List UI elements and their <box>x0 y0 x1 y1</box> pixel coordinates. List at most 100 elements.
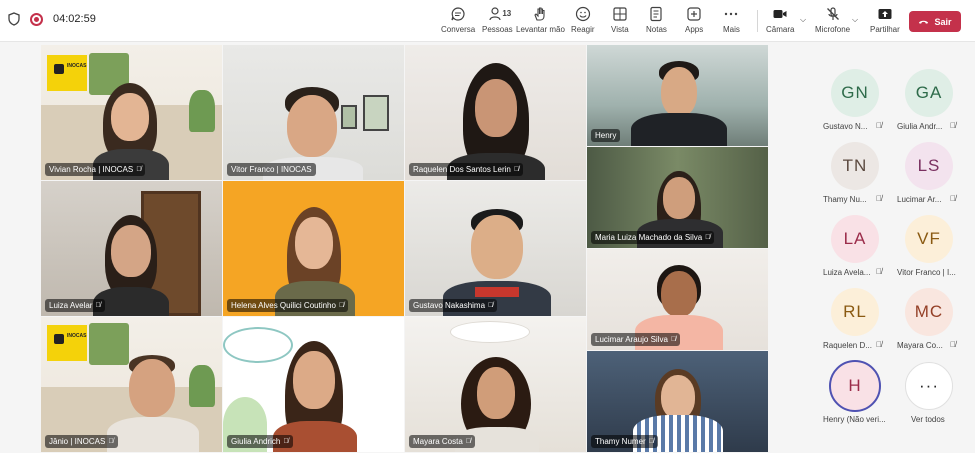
video-tile[interactable]: Mayara Costa 🎙̸ <box>405 317 586 452</box>
video-tile[interactable]: Raquelen Dos Santos Lerin 🎙̸ <box>405 45 586 180</box>
camera-button[interactable]: Câmara <box>766 6 794 34</box>
wall-frame <box>363 95 389 131</box>
smiley-icon <box>575 6 590 22</box>
people-count: 13 <box>502 9 512 18</box>
video-tile[interactable]: Henry <box>587 45 768 146</box>
video-tile[interactable]: Luiza Avelar 🎙̸ <box>41 181 222 316</box>
meeting-status: 04:02:59 <box>8 12 96 26</box>
participant-avatar[interactable]: TN <box>831 142 879 190</box>
participant-label: Vitor Franco | I... <box>897 268 956 277</box>
grid-icon <box>613 7 627 21</box>
leave-button[interactable]: Sair <box>909 11 961 32</box>
more-button[interactable]: Mais <box>723 6 740 34</box>
participant-avatar[interactable]: GA <box>905 69 953 117</box>
mic-muted-icon: 🎙̸ <box>705 234 711 241</box>
mic-muted-icon: 🎙̸ <box>950 194 956 203</box>
chat-button[interactable]: Conversa <box>441 6 475 34</box>
participant-name-tag: Raquelen Dos Santos Lerin 🎙̸ <box>409 163 524 176</box>
add-apps-icon <box>687 7 701 21</box>
mic-muted-icon: 🎙̸ <box>338 302 345 309</box>
participant-avatar[interactable]: GN <box>831 69 879 117</box>
participant-avatar[interactable]: H <box>829 360 881 412</box>
participant-name-tag: Henry <box>591 129 621 142</box>
participant-name-tag: Vitor Franco | INOCAS <box>227 163 316 176</box>
company-logo: INOCAS <box>47 55 87 91</box>
mic-muted-icon: 🎙̸ <box>950 340 956 349</box>
mic-muted-icon: 🎙̸ <box>465 438 472 445</box>
chat-label: Conversa <box>441 25 476 34</box>
view-all-button[interactable]: ··· <box>905 362 953 410</box>
apps-label: Apps <box>685 25 704 34</box>
participant-avatar[interactable]: LA <box>831 215 879 263</box>
wall-frame <box>341 105 357 129</box>
participant-name-tag: Luiza Avelar 🎙̸ <box>45 299 105 312</box>
participant-label: Henry (Não veri... <box>823 415 886 424</box>
share-button[interactable]: Partilhar <box>870 6 900 34</box>
microphone-muted-icon <box>826 7 839 20</box>
participant-label: Luiza Avela... <box>823 268 871 277</box>
participant-avatar[interactable]: MC <box>905 288 953 336</box>
participant-name-tag: Thamy Numer 🎙̸ <box>591 435 658 448</box>
microphone-options-chevron-icon[interactable]: ⌵ <box>852 15 858 25</box>
mic-muted-icon: 🎙̸ <box>670 336 677 343</box>
video-tile[interactable]: Giulia Andrich 🎙̸ <box>223 317 404 452</box>
react-label: Reagir <box>571 25 595 34</box>
participant-avatar[interactable]: LS <box>905 142 953 190</box>
toolbar-divider <box>757 10 758 32</box>
participant-label: Giulia Andr... <box>897 122 943 131</box>
mic-muted-icon: 🎙̸ <box>876 121 882 130</box>
people-label: Pessoas <box>482 25 513 34</box>
view-all-label: Ver todos <box>911 415 945 424</box>
mic-muted-icon: 🎙̸ <box>95 302 101 309</box>
video-tile[interactable]: Gustavo Nakashima 🎙̸ <box>405 181 586 316</box>
video-tile[interactable]: Helena Alves Quilici Coutinho 🎙̸ <box>223 181 404 316</box>
camera-icon <box>773 10 787 18</box>
meeting-toolbar: 04:02:59 Conversa 13 Pessoas Levantar mã… <box>0 0 975 42</box>
share-label: Partilhar <box>870 25 900 34</box>
mic-muted-icon: 🎙̸ <box>108 438 114 445</box>
participant-label: Thamy Nu... <box>823 195 867 204</box>
brand-watermark <box>359 335 399 345</box>
view-button[interactable]: Vista <box>611 6 629 34</box>
participant-avatar[interactable]: VF <box>905 215 953 263</box>
participant-avatar[interactable]: RL <box>831 288 879 336</box>
video-tile[interactable]: INOCAS Vivian Rocha | INOCAS 🎙̸ <box>41 45 222 180</box>
video-tile[interactable]: Vitor Franco | INOCAS <box>223 45 404 180</box>
recording-icon <box>30 12 43 26</box>
participant-name-tag: Giulia Andrich 🎙̸ <box>227 435 293 448</box>
react-button[interactable]: Reagir <box>571 6 595 34</box>
notes-label: Notas <box>646 25 667 34</box>
participant-name-tag: Gustavo Nakashima 🎙̸ <box>409 299 498 312</box>
company-logo: INOCAS <box>47 325 87 361</box>
raise-hand-button[interactable]: Levantar mão <box>516 6 565 34</box>
shield-icon <box>8 12 20 26</box>
raise-hand-label: Levantar mão <box>516 25 565 34</box>
notes-button[interactable]: Notas <box>646 6 667 34</box>
background-banner <box>591 355 653 401</box>
participant-label: Gustavo N... <box>823 122 868 131</box>
phone-hangup-icon <box>919 20 929 24</box>
ellipsis-icon: ··· <box>919 376 939 395</box>
participant-label: Lucimar Ar... <box>897 195 942 204</box>
people-button[interactable]: 13 Pessoas <box>482 6 513 34</box>
video-tile[interactable]: Thamy Numer 🎙̸ <box>587 351 768 452</box>
participant-name-tag: Lucimar Araujo Silva 🎙̸ <box>591 333 681 346</box>
apps-button[interactable]: Apps <box>685 6 703 34</box>
mic-muted-icon: 🎙̸ <box>136 166 142 173</box>
mic-muted-icon: 🎙̸ <box>876 267 882 276</box>
microphone-button[interactable]: Microfone <box>815 6 850 34</box>
mic-muted-icon: 🎙̸ <box>876 340 882 349</box>
mic-muted-icon: 🎙̸ <box>876 194 882 203</box>
view-label: Vista <box>611 25 629 34</box>
ellipsis-icon <box>725 12 738 16</box>
video-tile[interactable]: Maria Luiza Machado da Silva 🎙̸ <box>587 147 768 248</box>
plant <box>189 90 215 132</box>
mic-muted-icon: 🎙̸ <box>950 121 956 130</box>
participant-label: Raquelen D... <box>823 341 872 350</box>
participant-label: Mayara Co... <box>897 341 943 350</box>
participant-name-tag: Jânio | INOCAS 🎙̸ <box>45 435 118 448</box>
video-tile[interactable]: Lucimar Araujo Silva 🎙̸ <box>587 249 768 350</box>
camera-options-chevron-icon[interactable]: ⌵ <box>800 15 806 25</box>
video-tile[interactable]: INOCAS Jânio | INOCAS 🎙̸ <box>41 317 222 452</box>
plant <box>189 365 215 407</box>
